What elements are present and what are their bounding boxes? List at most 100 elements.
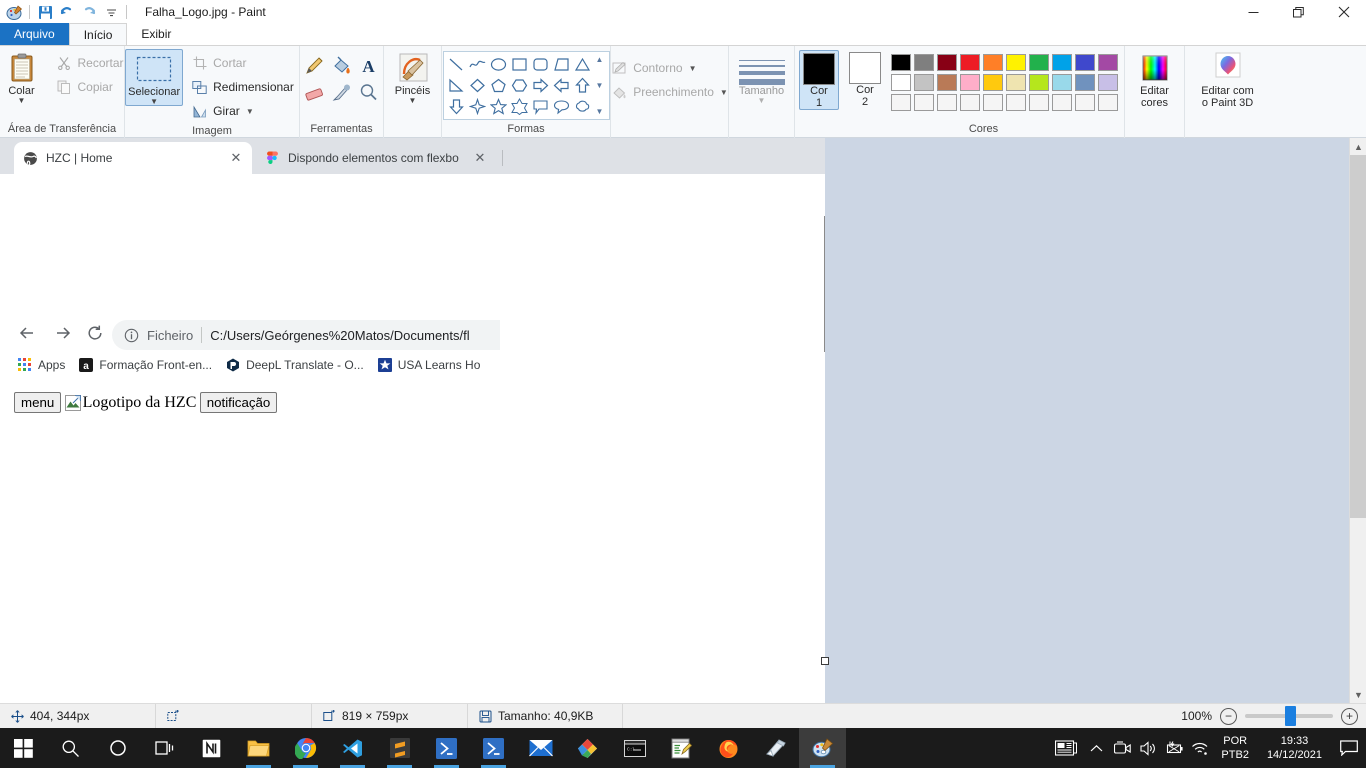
zoom-slider-thumb[interactable] [1285,706,1296,726]
cut-button[interactable]: Recortar [51,52,129,74]
bookmark-usalearns[interactable]: USA Learns Ho [374,356,485,374]
palette-swatch-r2-c6[interactable] [1006,74,1026,91]
battery-icon[interactable] [1161,728,1187,768]
file-explorer-app[interactable] [235,728,282,768]
palette-swatch-r1-c1[interactable] [891,54,911,71]
select-button[interactable]: Selecionar ▼ [125,49,184,106]
shape-triangle[interactable] [572,54,593,75]
save-icon[interactable] [34,1,56,23]
text-tool-button[interactable]: A [356,52,382,78]
palette-swatch-r2-c4[interactable] [960,74,980,91]
menu-button[interactable]: menu [14,392,62,413]
close-icon[interactable] [1321,0,1366,24]
eraser-tool-button[interactable] [302,79,328,105]
maximize-icon[interactable] [1276,0,1321,24]
shape-pentagon[interactable] [488,75,509,96]
close-icon[interactable]: ✕ [472,150,488,166]
color-picker-tool-button[interactable] [329,79,355,105]
fill-button[interactable]: Preenchimento ▼ [606,81,733,103]
edit-with-paint3d-button[interactable]: Editar com o Paint 3D [1189,49,1267,109]
shape-rounded-rectangle[interactable] [530,54,551,75]
start-button[interactable] [0,728,47,768]
notion-app[interactable] [188,728,235,768]
chevron-down-icon[interactable]: ▼ [720,88,728,97]
size-button[interactable]: Tamanho ▼ [733,49,791,105]
chevron-down-icon[interactable]: ▼ [246,107,254,116]
browser-address-bar[interactable]: Ficheiro C:/Users/Geórgenes%20Matos/Docu… [112,320,500,350]
zoom-in-button[interactable]: + [1341,707,1358,725]
palette-swatch-r3-c4[interactable] [960,94,980,111]
scroll-down-icon[interactable]: ▼ [1350,686,1366,703]
wifi-icon[interactable] [1187,728,1213,768]
palette-swatch-r3-c2[interactable] [914,94,934,111]
shape-curve[interactable] [467,54,488,75]
customize-quick-access-icon[interactable] [100,1,122,23]
scroll-down-icon[interactable]: ▼ [596,81,604,90]
paint-icon[interactable] [3,1,25,23]
minimize-icon[interactable] [1231,0,1276,24]
palette-swatch-r2-c1[interactable] [891,74,911,91]
palette-swatch-r3-c6[interactable] [1006,94,1026,111]
vertical-scrollbar[interactable]: ▲ ▼ [1349,138,1366,703]
shape-right-triangle[interactable] [446,75,467,96]
chevron-up-icon[interactable] [1083,728,1109,768]
shape-up-arrow[interactable] [572,75,593,96]
color-palette[interactable] [891,50,1120,113]
bookmark-apps[interactable]: Apps [14,356,69,374]
palette-swatch-r1-c7[interactable] [1029,54,1049,71]
palette-swatch-r1-c8[interactable] [1052,54,1072,71]
shape-rounded-callout[interactable] [530,96,551,117]
fill-tool-button[interactable] [329,52,355,78]
palette-swatch-r1-c3[interactable] [937,54,957,71]
tab-exibir[interactable]: Exibir [127,23,185,45]
brushes-button[interactable]: Pincéis ▼ [387,49,439,105]
terminal-app[interactable]: C:\ [611,728,658,768]
palette-swatch-r1-c6[interactable] [1006,54,1026,71]
volume-icon[interactable] [1135,728,1161,768]
chevron-down-icon[interactable]: ▼ [689,64,697,73]
tab-inicio[interactable]: Início [68,23,128,45]
sublime-text-app[interactable] [376,728,423,768]
chevron-down-icon[interactable]: ▼ [409,97,417,105]
mail-app[interactable] [517,728,564,768]
language-indicator[interactable]: POR PTB2 [1213,734,1257,762]
redo-icon[interactable] [78,1,100,23]
color1-button[interactable]: Cor 1 [799,50,839,110]
shape-line[interactable] [446,54,467,75]
resize-button[interactable]: Redimensionar [186,76,299,98]
color2-button[interactable]: Cor 2 [845,50,885,108]
firefox-app[interactable] [705,728,752,768]
copy-button[interactable]: Copiar [51,76,129,98]
clock[interactable]: 19:33 14/12/2021 [1257,734,1332,762]
outline-button[interactable]: Contorno ▼ [606,57,733,79]
palette-swatch-r3-c8[interactable] [1052,94,1072,111]
palette-swatch-r3-c5[interactable] [983,94,1003,111]
palette-swatch-r3-c7[interactable] [1029,94,1049,111]
office-app[interactable] [564,728,611,768]
chrome-app[interactable] [282,728,329,768]
shape-left-arrow[interactable] [551,75,572,96]
browser-tab-2[interactable]: Dispondo elementos com flexbo ✕ [256,142,496,174]
crop-button[interactable]: Cortar [186,52,299,74]
tab-arquivo[interactable]: Arquivo [0,23,69,45]
vscode-app[interactable] [329,728,376,768]
scroll-up-icon[interactable]: ▲ [1350,138,1366,155]
magnifier-tool-button[interactable] [356,79,382,105]
image-canvas[interactable]: HZC | Home ✕ Dispondo elementos com flex… [0,138,825,703]
chevron-down-icon[interactable]: ▼ [758,97,766,105]
palette-swatch-r2-c5[interactable] [983,74,1003,91]
camera-icon[interactable] [1109,728,1135,768]
news-weather-icon[interactable] [1049,728,1083,768]
palette-swatch-r2-c8[interactable] [1052,74,1072,91]
scroll-up-icon[interactable]: ▲ [596,55,604,64]
shape-rectangle[interactable] [509,54,530,75]
paint-app[interactable] [799,728,846,768]
canvas-resize-handle-right[interactable] [821,657,829,665]
palette-swatch-r2-c3[interactable] [937,74,957,91]
scrollbar-thumb[interactable] [1350,155,1366,518]
zoom-out-button[interactable]: − [1220,707,1237,725]
shape-hexagon[interactable] [509,75,530,96]
forward-icon[interactable] [52,322,74,344]
pencil-tool-button[interactable] [302,52,328,78]
back-icon[interactable] [16,322,38,344]
